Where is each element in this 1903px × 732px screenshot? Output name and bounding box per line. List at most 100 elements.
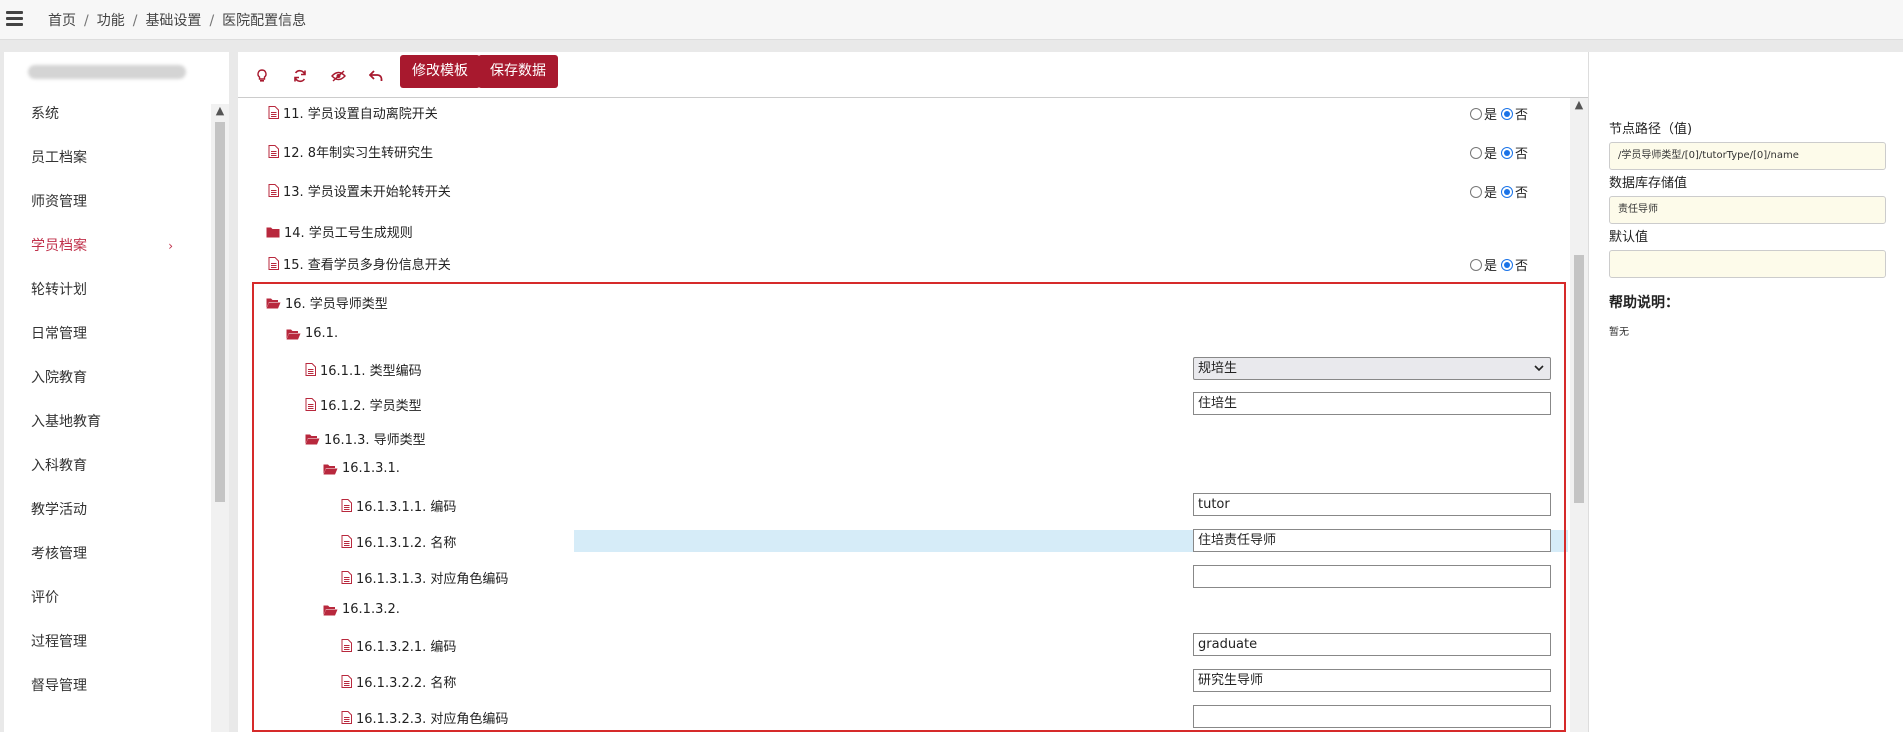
tree-leaf-node[interactable]: 16.1.1. 类型编码 <box>305 360 422 379</box>
lightbulb-icon[interactable] <box>252 66 272 86</box>
scroll-up-icon[interactable]: ▲ <box>215 104 225 120</box>
type-code-select[interactable]: 规培生 <box>1193 357 1551 380</box>
tree-node-label: 16.1.3.1. <box>342 461 400 476</box>
refresh-icon[interactable] <box>290 66 310 86</box>
tree-leaf-node[interactable]: 16.1.3.2.3. 对应角色编码 <box>341 708 508 727</box>
tree-leaf-node[interactable]: 16.1.2. 学员类型 <box>305 395 422 414</box>
tree-value-input[interactable]: 住培生 <box>1193 392 1551 415</box>
node-path-field[interactable]: /学员导师类型/[0]/tutorType/[0]/name <box>1609 142 1886 170</box>
breadcrumb-basic-settings[interactable]: 基础设置 <box>145 13 201 29</box>
folder-open-icon <box>323 604 338 616</box>
tree-folder-node[interactable]: 16.1. <box>286 326 338 341</box>
tree-node-label: 13. 学员设置未开始轮转开关 <box>283 185 451 200</box>
tree-folder-node[interactable]: 14. 学员工号生成规则 <box>266 222 413 241</box>
radio-no[interactable] <box>1500 258 1513 271</box>
sidebar-item-label: 员工档案 <box>31 150 87 166</box>
sidebar-item-label: 轮转计划 <box>31 282 87 298</box>
radio-yes[interactable] <box>1469 258 1482 271</box>
tree-row: 16.1.3.1.3. 对应角色编码 <box>238 564 1568 590</box>
tree-leaf-node[interactable]: 16.1.3.1.2. 名称 <box>341 532 456 551</box>
tree-leaf-node[interactable]: 16.1.3.2.2. 名称 <box>341 672 456 691</box>
sidebar-item[interactable]: 教学活动 <box>4 488 211 532</box>
tree-value-input[interactable] <box>1193 705 1551 728</box>
tree-leaf-node[interactable]: 15. 查看学员多身份信息开关 <box>268 254 451 273</box>
undo-icon[interactable] <box>366 66 386 86</box>
tree-leaf-node[interactable]: 16.1.3.1.1. 编码 <box>341 496 456 515</box>
radio-yes-label: 是 <box>1483 147 1497 162</box>
tree-leaf-node[interactable]: 16.1.3.1.3. 对应角色编码 <box>341 568 508 587</box>
modify-template-button[interactable]: 修改模板 <box>400 55 480 88</box>
sidebar-item[interactable]: 员工档案 <box>4 136 211 180</box>
tree-node-label: 16. 学员导师类型 <box>285 297 388 312</box>
radio-yes[interactable] <box>1469 146 1482 159</box>
sidebar-item-label: 督导管理 <box>31 678 87 694</box>
sidebar-item-label: 学员档案 <box>31 238 87 254</box>
tree-folder-node[interactable]: 16. 学员导师类型 <box>266 293 388 312</box>
tree-leaf-node[interactable]: 12. 8年制实习生转研究生 <box>268 142 433 161</box>
tree-node-label: 16.1.2. 学员类型 <box>320 399 422 414</box>
chevron-down-icon <box>1534 358 1544 379</box>
sidebar-item[interactable]: 轮转计划 <box>4 268 211 312</box>
radio-no[interactable] <box>1500 146 1513 159</box>
sidebar-item[interactable]: 系统 <box>4 92 211 136</box>
scroll-up-icon[interactable]: ▲ <box>1574 98 1584 114</box>
main-scrollbar[interactable]: ▲ <box>1570 98 1588 732</box>
tree-leaf-node[interactable]: 11. 学员设置自动离院开关 <box>268 103 438 122</box>
folder-open-icon <box>266 297 281 309</box>
folder-open-icon <box>323 463 338 475</box>
sidebar: 系统员工档案师资管理 学员档案 › 轮转计划日常管理入院教育 入基地教育 入科教育 教学活动… <box>4 52 229 732</box>
breadcrumb-function[interactable]: 功能 <box>97 13 125 29</box>
file-icon <box>305 363 316 376</box>
sidebar-item[interactable]: 学员档案 › <box>4 224 211 268</box>
sidebar-item[interactable]: 入基地教育 <box>4 400 211 444</box>
select-value: 规培生 <box>1198 361 1238 376</box>
breadcrumb: 首页 / 功能 / 基础设置 / 医院配置信息 <box>48 13 307 29</box>
sidebar-item-label: 日常管理 <box>31 326 87 342</box>
radio-no-label: 否 <box>1514 259 1528 274</box>
tree-row: 12. 8年制实习生转研究生是否 <box>238 138 1568 164</box>
tree-value-input[interactable]: 住培责任导师 <box>1193 529 1551 552</box>
radio-no[interactable] <box>1500 185 1513 198</box>
file-icon <box>341 675 352 688</box>
sidebar-item[interactable]: 入科教育 <box>4 444 211 488</box>
scrollbar-thumb[interactable] <box>215 122 225 502</box>
sidebar-item[interactable]: 师资管理 <box>4 180 211 224</box>
radio-no-label: 否 <box>1514 108 1528 123</box>
radio-yes[interactable] <box>1469 107 1482 120</box>
sidebar-item[interactable]: 评价 <box>4 576 211 620</box>
menu-icon[interactable] <box>6 11 23 27</box>
radio-yes[interactable] <box>1469 185 1482 198</box>
tree-row: 16. 学员导师类型 <box>238 289 1568 315</box>
tree-value-input[interactable]: 研究生导师 <box>1193 669 1551 692</box>
config-tree: 11. 学员设置自动离院开关是否 12. 8年制实习生转研究生是否 13. 学员设置… <box>238 99 1568 732</box>
scrollbar-thumb[interactable] <box>1574 255 1584 503</box>
tree-leaf-node[interactable]: 16.1.3.2.1. 编码 <box>341 636 456 655</box>
sidebar-item[interactable]: 督导管理 <box>4 664 211 708</box>
save-data-button[interactable]: 保存数据 <box>478 55 558 88</box>
tree-row: 16.1. <box>238 322 1568 348</box>
breadcrumb-home[interactable]: 首页 <box>48 13 76 29</box>
sidebar-scrollbar[interactable]: ▲ <box>211 104 229 732</box>
tree-folder-node[interactable]: 16.1.3.1. <box>323 461 400 476</box>
sidebar-item[interactable]: 日常管理 <box>4 312 211 356</box>
node-path-label: 节点路径（值) <box>1609 122 1693 137</box>
default-value-field[interactable] <box>1609 250 1886 278</box>
tree-value-input[interactable]: tutor <box>1193 493 1551 516</box>
top-bar: 首页 / 功能 / 基础设置 / 医院配置信息 <box>0 0 1903 40</box>
tree-folder-node[interactable]: 16.1.3.2. <box>323 602 400 617</box>
file-icon <box>268 145 279 158</box>
tree-folder-node[interactable]: 16.1.3. 导师类型 <box>305 429 426 448</box>
db-value-label: 数据库存储值 <box>1609 176 1688 191</box>
sidebar-item[interactable]: 过程管理 <box>4 620 211 664</box>
tree-node-label: 16.1.1. 类型编码 <box>320 364 422 379</box>
tree-row: 16.1.3.1.1. 编码 tutor <box>238 492 1568 518</box>
tree-node-label: 16.1.3.1.1. 编码 <box>356 500 457 515</box>
tree-value-input[interactable]: graduate <box>1193 633 1551 656</box>
eye-slash-icon[interactable] <box>328 66 348 86</box>
sidebar-item[interactable]: 入院教育 <box>4 356 211 400</box>
tree-leaf-node[interactable]: 13. 学员设置未开始轮转开关 <box>268 181 451 200</box>
db-value-field[interactable]: 责任导师 <box>1609 196 1886 224</box>
tree-value-input[interactable] <box>1193 565 1551 588</box>
radio-no[interactable] <box>1500 107 1513 120</box>
sidebar-item[interactable]: 考核管理 <box>4 532 211 576</box>
